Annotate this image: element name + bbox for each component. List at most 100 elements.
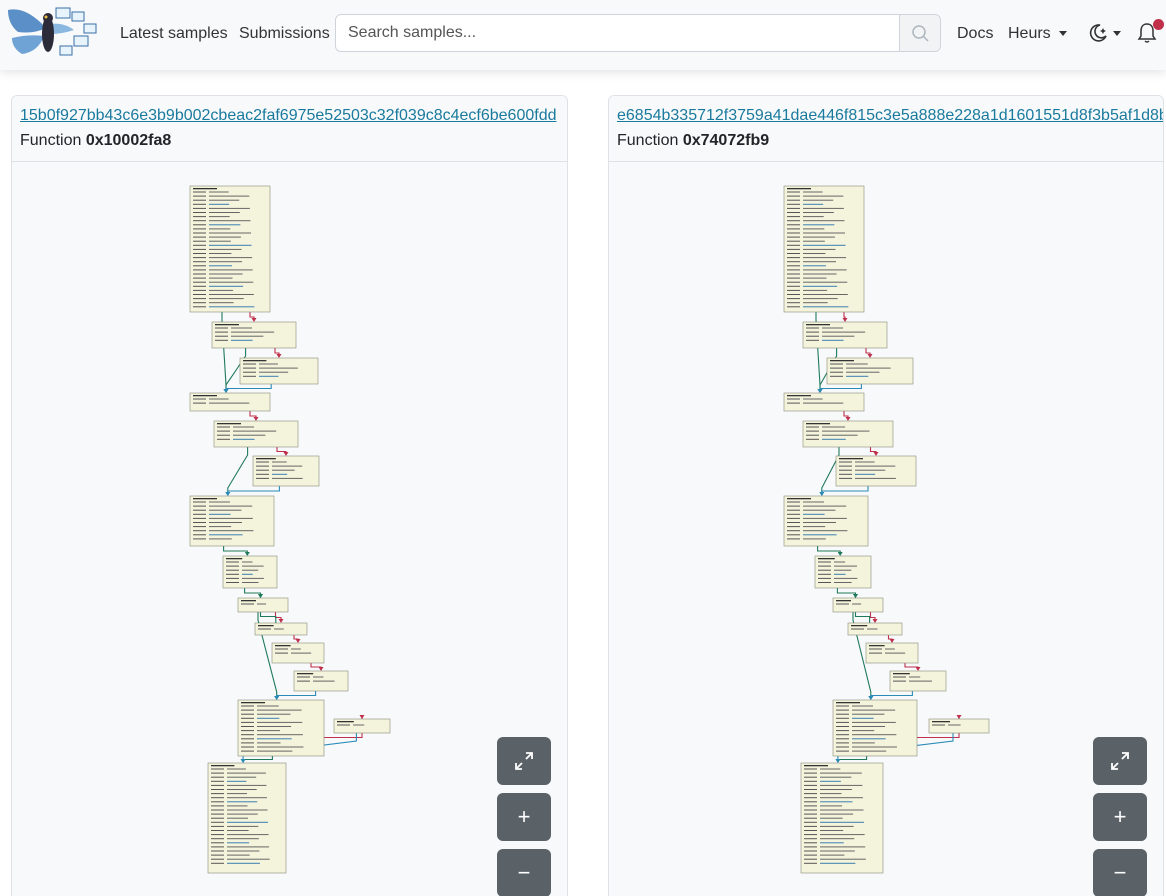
fit-graph-button[interactable]	[497, 737, 551, 785]
cfg-edge-arrow	[244, 552, 250, 556]
cfg-edge-arrow	[283, 452, 289, 456]
theme-toggle[interactable]	[1087, 22, 1127, 46]
latest-samples-link[interactable]: Latest samples	[120, 24, 228, 44]
cfg-edge-arrow	[956, 715, 962, 719]
cfg-edge	[819, 384, 862, 390]
cfg-basic-block[interactable]	[189, 185, 271, 313]
comparison-panel-right: e6854b335712f3759a41dae446f815c3e5a888e2…	[608, 95, 1164, 896]
panel-header: 15b0f927bb43c6e3b9b002cbeac2faf6975e5250…	[12, 96, 567, 162]
cfg-edge-arrow	[223, 389, 229, 393]
cfg-edge-arrow	[872, 619, 878, 623]
cfg-edge	[249, 312, 255, 319]
cfg-edge-arrow	[867, 354, 873, 358]
function-address: 0x74072fb9	[682, 132, 770, 149]
cfg-basic-block[interactable]	[832, 699, 918, 757]
cfg-edge-arrow	[915, 667, 921, 671]
cfg-basic-block[interactable]	[928, 718, 990, 734]
cfg-basic-block[interactable]	[254, 622, 308, 636]
cfg-edge	[865, 348, 871, 355]
control-flow-graph[interactable]	[609, 162, 1164, 896]
cfg-basic-block[interactable]	[239, 357, 319, 385]
search-button[interactable]	[899, 15, 940, 51]
cfg-basic-block[interactable]	[832, 597, 884, 613]
cfg-edge-arrow	[359, 715, 365, 719]
cfg-basic-block[interactable]	[800, 762, 884, 874]
search-input[interactable]	[336, 15, 900, 51]
cfg-basic-block[interactable]	[802, 420, 894, 448]
cfg-basic-block[interactable]	[783, 392, 865, 412]
cfg-basic-block[interactable]	[189, 495, 275, 547]
cfg-edge-arrow	[853, 594, 858, 598]
cfg-basic-block[interactable]	[333, 718, 391, 734]
theme-toggle-icon	[1089, 24, 1107, 42]
cfg-edge-arrow	[295, 639, 301, 643]
expand-icon	[1111, 752, 1129, 770]
zoom-in-button[interactable]: +	[1093, 793, 1147, 841]
cfg-edge-arrow	[873, 452, 879, 456]
cfg-basic-block[interactable]	[211, 321, 297, 349]
submissions-link[interactable]: Submissions	[239, 24, 330, 44]
cfg-edge-arrow	[845, 417, 851, 421]
cfg-edge-arrow	[274, 696, 280, 700]
zoom-out-button[interactable]: −	[1093, 849, 1147, 896]
comparison-panel-left: 15b0f927bb43c6e3b9b002cbeac2faf6975e5250…	[11, 95, 568, 896]
zoom-out-button[interactable]: −	[497, 849, 551, 896]
cfg-edge	[244, 588, 262, 595]
cfg-edge-arrow	[240, 759, 246, 763]
cfg-basic-block[interactable]	[237, 597, 289, 613]
search-bar	[335, 14, 941, 52]
cfg-basic-block[interactable]	[222, 555, 278, 589]
cfg-basic-block[interactable]	[865, 642, 919, 664]
cfg-basic-block[interactable]	[889, 670, 947, 692]
cfg-edge-arrow	[868, 696, 874, 700]
cfg-basic-block[interactable]	[783, 495, 869, 547]
cfg-edge-arrow	[278, 619, 284, 623]
cfg-basic-block[interactable]	[847, 622, 903, 636]
control-flow-graph[interactable]	[12, 162, 568, 896]
cfg-edge-arrow	[251, 318, 257, 322]
cfg-edge	[227, 486, 280, 493]
cfg-edge	[276, 691, 317, 697]
cfg-edge	[837, 756, 868, 761]
heurs-dropdown[interactable]: Heurs	[1008, 24, 1067, 44]
cfg-edge	[821, 486, 869, 493]
fit-graph-button[interactable]	[1093, 737, 1147, 785]
graph-viewport[interactable]: + −	[609, 162, 1163, 896]
cfg-basic-block[interactable]	[271, 642, 325, 664]
cfg-edge	[242, 756, 273, 761]
cfg-basic-block[interactable]	[252, 455, 320, 487]
cfg-basic-block[interactable]	[293, 670, 349, 692]
graph-viewport[interactable]: + −	[12, 162, 567, 896]
cfg-basic-block[interactable]	[802, 321, 888, 349]
cfg-edge-arrow	[835, 759, 841, 763]
cfg-edge	[274, 348, 280, 355]
cfg-basic-block[interactable]	[213, 420, 299, 448]
cfg-edge	[843, 312, 846, 319]
cfg-edge-arrow	[842, 318, 848, 322]
cfg-edge	[249, 411, 257, 418]
cfg-edge-arrow	[258, 594, 263, 598]
cfg-edge	[817, 546, 841, 553]
cfg-edge-arrow	[276, 354, 282, 358]
cfg-basic-block[interactable]	[237, 699, 325, 757]
cfg-edge	[836, 588, 857, 595]
sample-hash-link[interactable]: e6854b335712f3759a41dae446f815c3e5a888e2…	[617, 107, 1163, 125]
cfg-edge-arrow	[819, 492, 825, 496]
chevron-down-icon	[1113, 31, 1121, 36]
sample-hash-link[interactable]: 15b0f927bb43c6e3b9b002cbeac2faf6975e5250…	[20, 107, 557, 125]
cfg-edge-arrow	[225, 492, 231, 496]
expand-icon	[515, 752, 533, 770]
cfg-basic-block[interactable]	[189, 392, 271, 412]
cfg-basic-block[interactable]	[835, 455, 917, 487]
cfg-basic-block[interactable]	[814, 555, 872, 589]
navbar: Latest samples Submissions Docs Heurs	[0, 0, 1166, 70]
cfg-edge	[870, 691, 913, 697]
docs-link[interactable]: Docs	[957, 24, 993, 44]
cfg-basic-block[interactable]	[207, 762, 287, 874]
cfg-basic-block[interactable]	[783, 185, 865, 313]
cfg-basic-block[interactable]	[826, 357, 914, 385]
logo-moth-icon[interactable]	[4, 4, 98, 60]
zoom-in-button[interactable]: +	[497, 793, 551, 841]
search-icon	[912, 25, 929, 42]
cfg-edge-arrow	[318, 667, 324, 671]
